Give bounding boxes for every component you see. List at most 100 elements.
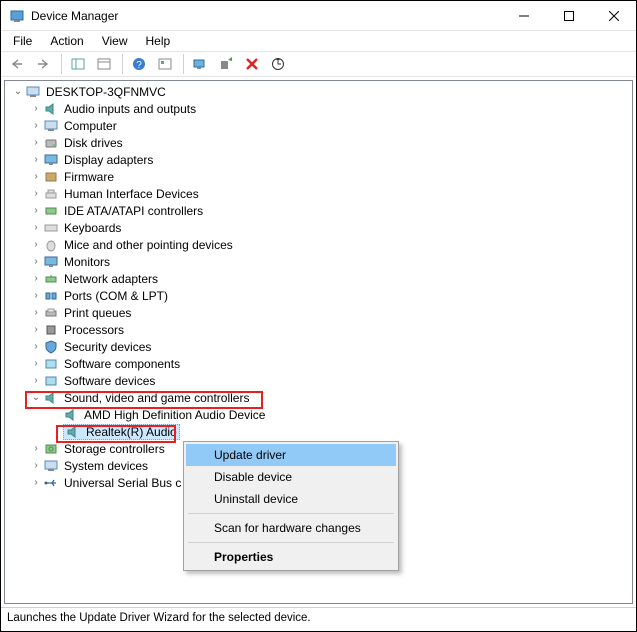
category-sound-label: Sound, video and game controllers — [63, 391, 250, 405]
device-tree[interactable]: ⌄ DESKTOP-3QFNMVC › Audio inputs and outp… — [4, 80, 633, 604]
category-label: Storage controllers — [63, 442, 166, 456]
expand-icon[interactable]: › — [29, 306, 43, 320]
speaker-icon — [43, 390, 59, 406]
expand-icon[interactable]: › — [29, 374, 43, 388]
toolbar: ? — [1, 51, 636, 77]
expand-icon[interactable]: › — [29, 102, 43, 116]
menubar: File Action View Help — [1, 31, 636, 51]
menu-help[interactable]: Help — [138, 33, 179, 49]
menu-action[interactable]: Action — [42, 33, 91, 49]
speaker-icon — [65, 424, 81, 440]
expand-icon[interactable]: › — [29, 323, 43, 337]
cm-uninstall-device[interactable]: Uninstall device — [186, 488, 396, 510]
collapse-icon[interactable]: ⌄ — [29, 391, 43, 405]
category-item[interactable]: ›Ports (COM & LPT) — [9, 287, 628, 304]
expand-icon[interactable]: › — [29, 340, 43, 354]
properties-button[interactable] — [92, 53, 116, 75]
category-label: Audio inputs and outputs — [63, 102, 197, 116]
back-button[interactable] — [5, 53, 29, 75]
menu-file[interactable]: File — [5, 33, 40, 49]
category-item[interactable]: › Mice and other pointing devices — [9, 236, 628, 253]
enable-device-button[interactable] — [214, 53, 238, 75]
computer-icon — [25, 84, 41, 100]
window-title: Device Manager — [31, 9, 501, 23]
category-icon — [43, 322, 59, 338]
scan-hardware-button[interactable] — [266, 53, 290, 75]
expand-icon[interactable]: › — [29, 187, 43, 201]
cm-update-driver[interactable]: Update driver — [186, 444, 396, 466]
category-icon — [43, 101, 59, 117]
category-item[interactable]: › Disk drives — [9, 134, 628, 151]
device-amd-audio[interactable]: AMD High Definition Audio Device — [9, 406, 628, 423]
category-icon — [43, 373, 59, 389]
help-button[interactable]: ? — [127, 53, 151, 75]
close-button[interactable] — [591, 1, 636, 31]
category-icon — [43, 356, 59, 372]
forward-button[interactable] — [31, 53, 55, 75]
category-label: Display adapters — [63, 153, 154, 167]
category-item[interactable]: › Network adapters — [9, 270, 628, 287]
device-realtek-audio-label: Realtek(R) Audio — [85, 425, 178, 439]
category-label: Mice and other pointing devices — [63, 238, 234, 252]
expand-icon[interactable]: › — [29, 255, 43, 269]
category-item[interactable]: › Print queues — [9, 304, 628, 321]
category-label: Disk drives — [63, 136, 124, 150]
category-label: Firmware — [63, 170, 115, 184]
toolbar-separator — [183, 54, 184, 74]
category-item[interactable]: › Display adapters — [9, 151, 628, 168]
category-item[interactable]: ›Software devices — [9, 372, 628, 389]
menu-view[interactable]: View — [94, 33, 136, 49]
category-item[interactable]: ›Computer — [9, 117, 628, 134]
category-icon — [43, 441, 59, 457]
cm-scan-hardware[interactable]: Scan for hardware changes — [186, 517, 396, 539]
minimize-button[interactable] — [501, 1, 546, 31]
category-item[interactable]: › Firmware — [9, 168, 628, 185]
category-label: Processors — [63, 323, 125, 337]
category-sound[interactable]: ⌄ Sound, video and game controllers — [9, 389, 628, 406]
device-realtek-audio[interactable]: Realtek(R) Audio — [9, 423, 628, 440]
update-driver-button[interactable] — [188, 53, 212, 75]
expand-icon[interactable]: › — [29, 442, 43, 456]
category-item[interactable]: ›Human Interface Devices — [9, 185, 628, 202]
tree-root[interactable]: ⌄ DESKTOP-3QFNMVC — [9, 83, 628, 100]
collapse-icon[interactable]: ⌄ — [11, 85, 25, 99]
category-item[interactable]: ›Keyboards — [9, 219, 628, 236]
cm-properties[interactable]: Properties — [186, 546, 396, 568]
expand-icon[interactable]: › — [29, 119, 43, 133]
category-icon — [43, 118, 59, 134]
maximize-button[interactable] — [546, 1, 591, 31]
category-item[interactable]: ›Software components — [9, 355, 628, 372]
expand-icon[interactable]: › — [29, 136, 43, 150]
tree-root-label: DESKTOP-3QFNMVC — [45, 85, 167, 99]
category-icon — [43, 271, 59, 287]
category-item[interactable]: ›Monitors — [9, 253, 628, 270]
category-icon — [43, 169, 59, 185]
svg-text:?: ? — [136, 60, 142, 71]
category-label: Print queues — [63, 306, 132, 320]
status-text: Launches the Update Driver Wizard for th… — [7, 612, 311, 624]
category-item[interactable]: › Processors — [9, 321, 628, 338]
toolbar-separator — [61, 54, 62, 74]
cm-scan-hardware-label: Scan for hardware changes — [214, 521, 361, 535]
no-expand-icon — [49, 425, 63, 439]
expand-icon[interactable]: › — [29, 170, 43, 184]
cm-disable-device[interactable]: Disable device — [186, 466, 396, 488]
expand-icon[interactable]: › — [29, 459, 43, 473]
expand-icon[interactable]: › — [29, 238, 43, 252]
no-expand-icon — [49, 408, 63, 422]
expand-icon[interactable]: › — [29, 357, 43, 371]
category-label: Network adapters — [63, 272, 159, 286]
category-item[interactable]: ›Security devices — [9, 338, 628, 355]
category-item[interactable]: › Audio inputs and outputs — [9, 100, 628, 117]
expand-icon[interactable]: › — [29, 272, 43, 286]
action-button[interactable] — [153, 53, 177, 75]
category-item[interactable]: ›IDE ATA/ATAPI controllers — [9, 202, 628, 219]
expand-icon[interactable]: › — [29, 289, 43, 303]
expand-icon[interactable]: › — [29, 221, 43, 235]
expand-icon[interactable]: › — [29, 153, 43, 167]
expand-icon[interactable]: › — [29, 204, 43, 218]
show-hide-console-tree-button[interactable] — [66, 53, 90, 75]
expand-icon[interactable]: › — [29, 476, 43, 490]
uninstall-device-button[interactable] — [240, 53, 264, 75]
cm-uninstall-device-label: Uninstall device — [214, 492, 298, 506]
